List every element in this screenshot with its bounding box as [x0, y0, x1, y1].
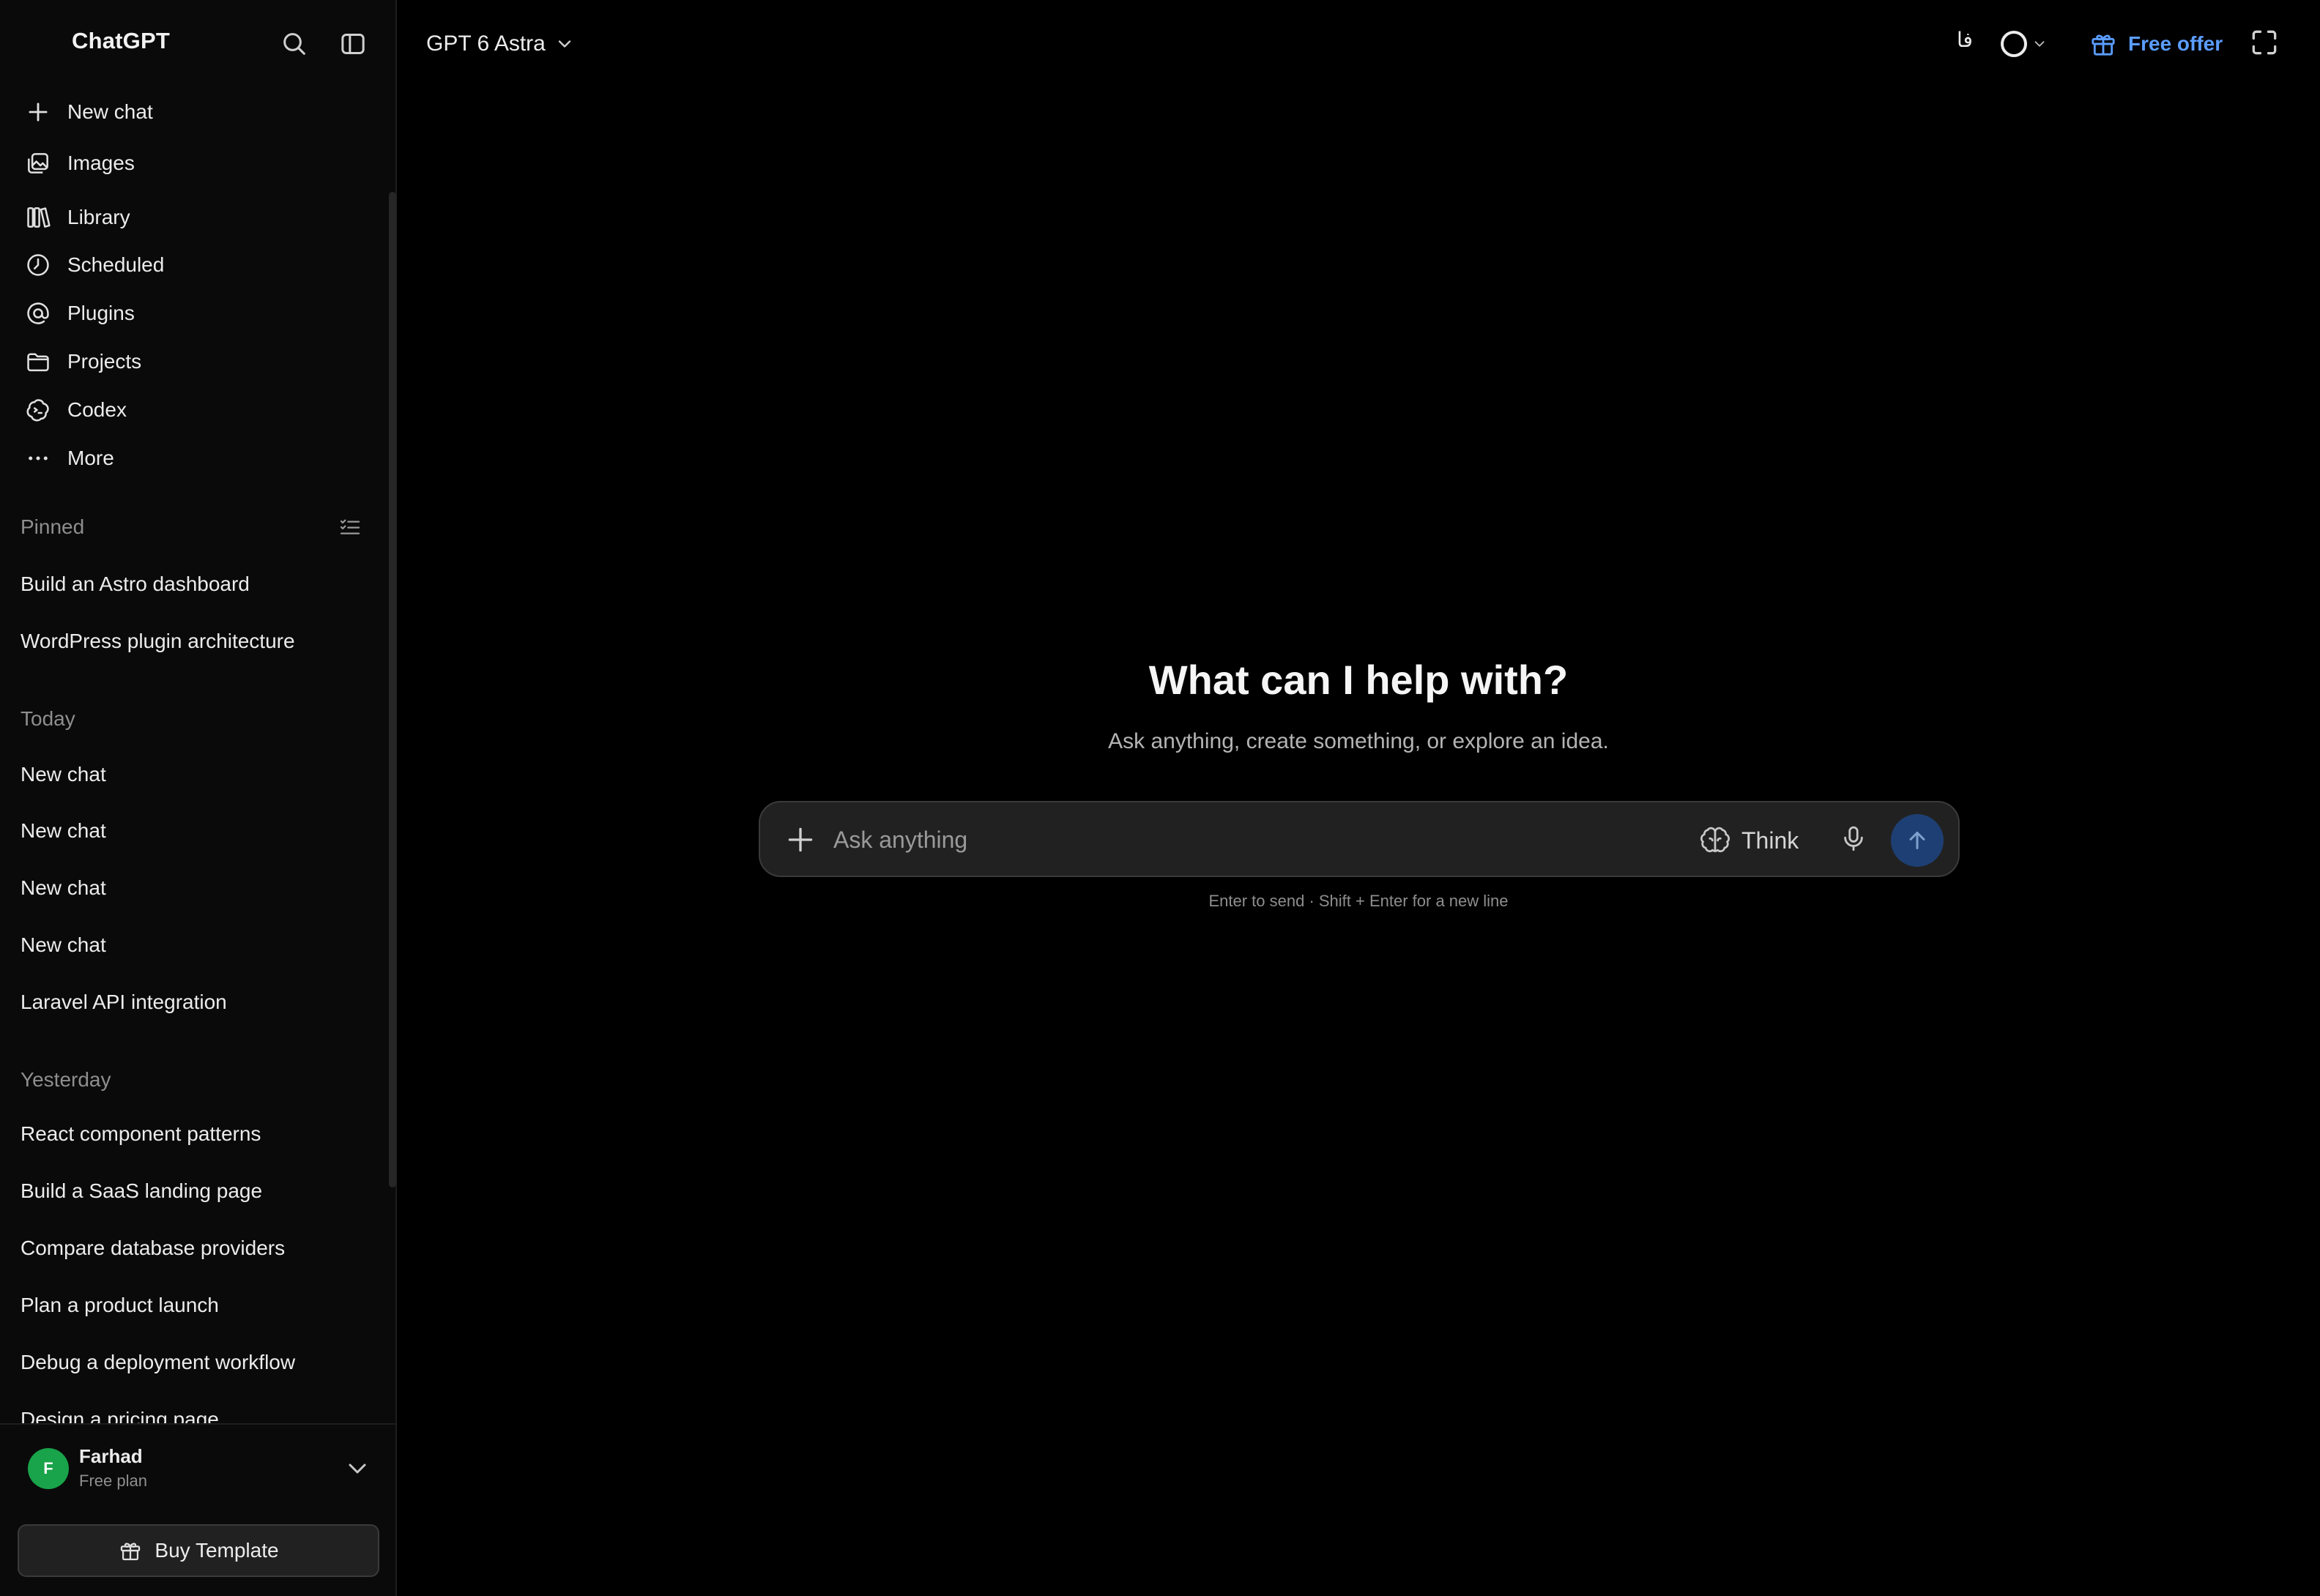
nav-images[interactable]: Images [12, 142, 384, 184]
app-root: ChatGPT New chat Images Library Schedule… [0, 0, 2320, 1596]
nav-label: Scheduled [67, 253, 165, 276]
nav-label: Library [67, 206, 130, 228]
sidebar-header: ChatGPT [0, 0, 395, 86]
nav-plugins[interactable]: Plugins [12, 292, 384, 335]
chevron-down-icon [558, 40, 571, 48]
folder-icon [22, 346, 54, 378]
codex-icon [22, 394, 54, 426]
buy-template-button[interactable]: Buy Template [18, 1524, 379, 1577]
nav-library[interactable]: Library [12, 196, 384, 239]
model-selector[interactable]: GPT 6 Astra [426, 23, 575, 64]
brain-icon [1700, 827, 1730, 853]
chat-item[interactable]: Laravel API integration [21, 991, 227, 1014]
chevron-down-icon [349, 1463, 366, 1474]
free-offer-button[interactable]: Free offer [2089, 25, 2223, 63]
free-offer-label: Free offer [2128, 32, 2223, 55]
sidebar-scrollbar[interactable] [389, 192, 396, 1187]
fullscreen-button[interactable] [2248, 26, 2283, 61]
nav-scheduled[interactable]: Scheduled [12, 244, 384, 286]
chat-item[interactable]: Plan a product launch [21, 1294, 219, 1317]
search-icon [283, 33, 305, 55]
prompt-input[interactable] [833, 818, 1676, 861]
section-title-yesterday: Yesterday [21, 1068, 111, 1091]
clock-icon [22, 249, 54, 281]
nav-label: More [67, 447, 114, 469]
sidebar-toggle-button[interactable] [334, 25, 372, 63]
library-icon [22, 201, 54, 234]
chat-item[interactable]: WordPress plugin architecture [21, 630, 295, 653]
chat-item[interactable]: New chat [21, 763, 106, 786]
gift-icon [2092, 34, 2115, 56]
chevron-down-icon [2034, 41, 2045, 47]
nav-label: Projects [67, 350, 142, 373]
nav-label: Codex [67, 398, 127, 421]
composer-hint: Enter to send · Shift + Enter for a new … [1208, 892, 1509, 910]
nav-new-chat[interactable]: New chat [12, 91, 384, 133]
arrow-up-icon [1909, 832, 1925, 849]
nav-projects[interactable]: Projects [12, 340, 384, 383]
chat-item[interactable]: New chat [21, 819, 106, 843]
voice-input-button[interactable] [1838, 823, 1872, 857]
section-title-today: Today [21, 707, 75, 730]
nav-label: Images [67, 152, 135, 174]
gift-icon [121, 1543, 141, 1561]
plus-icon [22, 96, 54, 128]
brand-title: ChatGPT [72, 28, 171, 53]
top-bar: GPT 6 Astra فا Free offer [397, 0, 2320, 86]
nav-codex[interactable]: Codex [12, 389, 384, 431]
buy-template-label: Buy Template [155, 1539, 279, 1562]
user-menu[interactable]: F Farhad Free plan [12, 1439, 384, 1498]
chat-item[interactable]: Build a SaaS landing page [21, 1179, 262, 1203]
sidebar-toggle-icon [341, 34, 365, 54]
nav-more[interactable]: More [12, 437, 384, 480]
theme-toggle[interactable] [2001, 26, 2059, 61]
list-check-icon [340, 519, 360, 534]
images-icon [22, 147, 54, 179]
chat-item[interactable]: New chat [21, 933, 106, 957]
pinned-manage-button[interactable] [335, 512, 365, 542]
attach-button[interactable] [782, 821, 819, 858]
page-subtitle: Ask anything, create something, or explo… [1108, 729, 1609, 753]
nav-label: New chat [67, 100, 153, 123]
chat-item[interactable]: Build an Astro dashboard [21, 573, 250, 596]
avatar: F [28, 1448, 69, 1489]
nav-label: Plugins [67, 302, 135, 324]
page-title: What can I help with? [1148, 657, 1569, 703]
chat-item[interactable]: New chat [21, 876, 106, 900]
model-name: GPT 6 Astra [426, 31, 546, 56]
language-button[interactable]: فا [1957, 28, 1973, 52]
expand-icon [2252, 30, 2277, 55]
user-plan: Free plan [79, 1472, 147, 1490]
sidebar: ChatGPT New chat Images Library Schedule… [0, 0, 397, 1596]
chat-item[interactable]: Debug a deployment workflow [21, 1351, 295, 1374]
user-name: Farhad [79, 1445, 143, 1467]
composer: Think [759, 801, 1960, 877]
microphone-icon [1844, 826, 1863, 851]
think-label: Think [1741, 827, 1799, 854]
chat-item[interactable]: React component patterns [21, 1122, 261, 1146]
send-button[interactable] [1891, 814, 1944, 867]
section-title-pinned: Pinned [21, 515, 85, 538]
chat-item[interactable]: Compare database providers [21, 1237, 285, 1260]
search-button[interactable] [275, 25, 313, 63]
think-button[interactable]: Think [1699, 820, 1799, 861]
sidebar-footer: F Farhad Free plan Buy Template [0, 1423, 395, 1596]
at-sign-icon [22, 297, 54, 329]
ellipsis-icon [22, 442, 54, 474]
plus-icon [788, 827, 813, 852]
theme-circle-icon [2001, 31, 2027, 57]
